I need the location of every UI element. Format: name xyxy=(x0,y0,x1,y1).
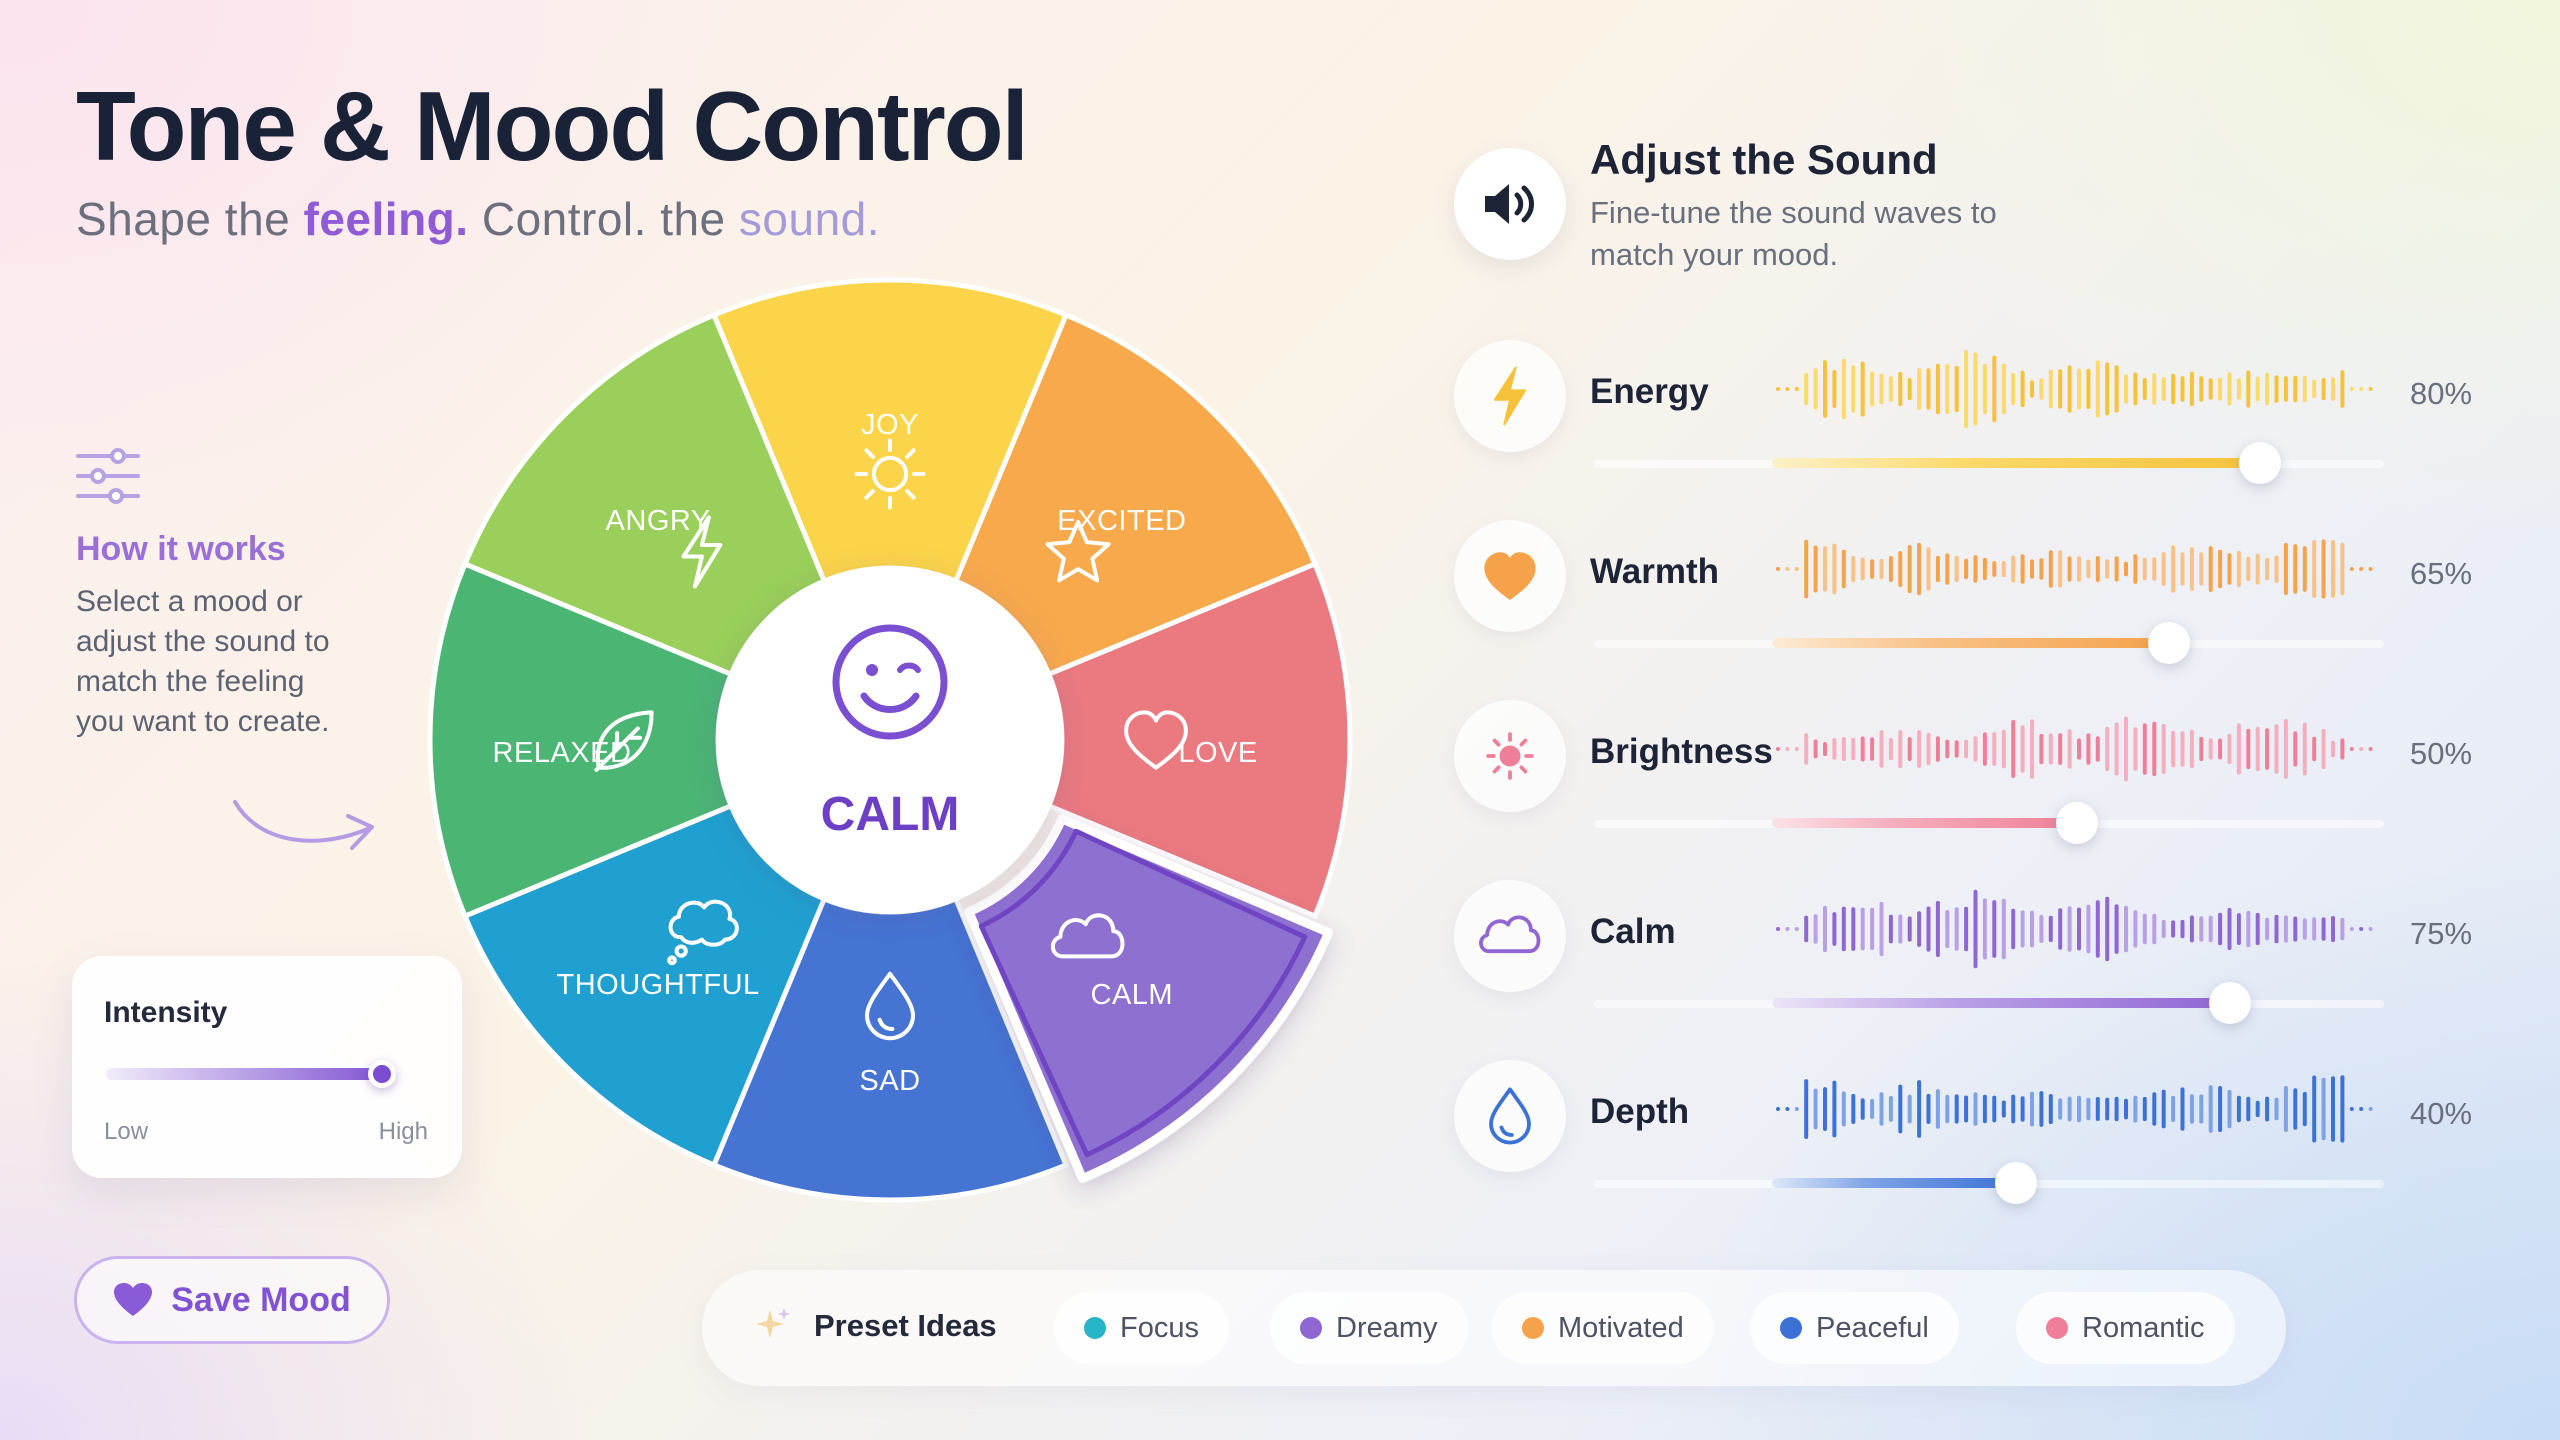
adjust-sound-description: Fine-tune the sound waves to match your … xyxy=(1590,195,1997,272)
mood-segment-label: JOY xyxy=(861,409,919,441)
preset-chip-label: Dreamy xyxy=(1336,1311,1438,1344)
intensity-low-label: Low xyxy=(104,1118,149,1145)
sun-icon xyxy=(1486,732,1534,780)
subtitle-text-2: Control. the xyxy=(468,193,739,245)
sound-param-percent: 75% xyxy=(2410,916,2473,951)
color-dot xyxy=(2046,1317,2068,1339)
bolt-icon xyxy=(1493,366,1527,426)
page-title: Tone & Mood Control xyxy=(76,71,1029,181)
sound-param-energy: Energy 80% xyxy=(1454,340,2484,490)
page-subtitle: Shape the feeling. Control. the sound. xyxy=(76,192,880,246)
sound-param-name: Warmth xyxy=(1590,552,1719,591)
preset-chip-focus[interactable]: Focus xyxy=(1054,1292,1229,1364)
sound-param-percent: 50% xyxy=(2410,736,2473,771)
mood-segment-label: ANGRY xyxy=(606,505,711,537)
mood-segment-label: EXCITED xyxy=(1057,505,1186,537)
preset-chip-label: Romantic xyxy=(2082,1311,2205,1344)
save-mood-label: Save Mood xyxy=(171,1280,351,1319)
sound-param-warmth: Warmth 65% xyxy=(1454,520,2484,670)
sound-param-name: Depth xyxy=(1590,1092,1690,1131)
color-dot xyxy=(1300,1317,1322,1339)
slider-thumb[interactable] xyxy=(1995,1162,2037,1204)
mood-segment-label: SAD xyxy=(859,1065,920,1097)
color-dot xyxy=(1084,1317,1106,1339)
calm-waveform xyxy=(1776,889,2373,969)
mood-segment-label: CALM xyxy=(1091,979,1174,1011)
preset-chip-peaceful[interactable]: Peaceful xyxy=(1750,1292,1959,1364)
sound-param-percent: 65% xyxy=(2410,556,2473,591)
warmth-waveform xyxy=(1776,539,2373,599)
warmth-icon-badge xyxy=(1454,520,1566,632)
slider-thumb[interactable] xyxy=(2147,622,2190,664)
subtitle-accent-feeling: feeling. xyxy=(303,193,469,245)
cloud-icon xyxy=(1479,915,1541,954)
brightness-waveform xyxy=(1776,716,2373,782)
wheel-center-label: CALM xyxy=(821,788,960,841)
subtitle-text-1: Shape the xyxy=(76,193,304,245)
intensity-slider-thumb[interactable] xyxy=(367,1060,396,1088)
slider-thumb[interactable] xyxy=(2239,442,2281,484)
intensity-card: Intensity Low High xyxy=(72,956,462,1178)
slider-thumb[interactable] xyxy=(2208,982,2251,1024)
sparkle-icon xyxy=(756,1308,790,1338)
how-it-works-title: How it works xyxy=(76,530,286,568)
mood-segment-label: THOUGHTFUL xyxy=(557,969,760,1001)
preset-ideas-bar: Preset Ideas Focus Dreamy Motivated Peacefu… xyxy=(702,1270,2286,1386)
curved-arrow-icon xyxy=(233,800,374,850)
adjust-sound-title: Adjust the Sound xyxy=(1590,136,1938,183)
slider-fill[interactable] xyxy=(1772,998,2230,1008)
how-it-works-text: Select a mood or adjust the sound to mat… xyxy=(76,585,330,738)
subtitle-accent-sound: sound. xyxy=(738,193,881,245)
preset-chip-dreamy[interactable]: Dreamy xyxy=(1270,1292,1468,1364)
slider-fill[interactable] xyxy=(1772,638,2169,648)
sound-param-depth: Depth 40% xyxy=(1454,1060,2484,1210)
energy-waveform xyxy=(1776,350,2373,429)
mood-wheel: JOY EXCITED LOVE SAD THOUGHTFUL RELAXED ANGRY C… xyxy=(427,277,1353,1203)
mood-segment-label: RELAXED xyxy=(493,737,632,769)
color-dot xyxy=(1522,1317,1544,1339)
preset-chip-motivated[interactable]: Motivated xyxy=(1492,1292,1714,1364)
sound-param-brightness: Brightness 50% xyxy=(1454,700,2484,850)
wheel-center xyxy=(716,566,1064,914)
speaker-button[interactable] xyxy=(1454,148,1566,260)
speaker-icon xyxy=(1485,184,1534,224)
color-dot xyxy=(1780,1317,1802,1339)
slider-fill[interactable] xyxy=(1772,458,2260,468)
preset-chip-label: Motivated xyxy=(1558,1311,1684,1344)
sound-param-name: Calm xyxy=(1590,912,1676,951)
heart-icon xyxy=(1484,552,1536,600)
intensity-slider-track[interactable] xyxy=(106,1068,396,1080)
drop-icon xyxy=(1489,1087,1531,1145)
energy-icon-badge xyxy=(1454,340,1566,452)
sound-param-percent: 80% xyxy=(2410,376,2473,411)
depth-waveform xyxy=(1776,1075,2373,1143)
sound-param-calm: Calm 75% xyxy=(1454,880,2484,1030)
preset-ideas-title: Preset Ideas xyxy=(814,1308,997,1343)
sound-param-name: Energy xyxy=(1590,372,1709,411)
preset-chip-label: Focus xyxy=(1120,1311,1199,1344)
slider-fill[interactable] xyxy=(1772,1178,2016,1188)
sound-param-percent: 40% xyxy=(2410,1096,2473,1131)
mood-segment-label: LOVE xyxy=(1178,737,1257,769)
brightness-icon-badge xyxy=(1454,700,1566,812)
slider-fill[interactable] xyxy=(1772,818,2077,828)
sound-param-name: Brightness xyxy=(1590,732,1773,771)
save-mood-button[interactable]: Save Mood xyxy=(74,1256,390,1344)
preset-chip-label: Peaceful xyxy=(1816,1311,1929,1344)
depth-icon-badge xyxy=(1454,1060,1566,1172)
heart-icon xyxy=(114,1283,153,1316)
slider-thumb[interactable] xyxy=(2056,802,2098,844)
sliders-icon xyxy=(76,448,140,504)
preset-chip-romantic[interactable]: Romantic xyxy=(2016,1292,2235,1364)
preset-ideas-heading: Preset Ideas xyxy=(752,1306,997,1346)
intensity-label: Intensity xyxy=(104,996,228,1029)
calm-icon-badge xyxy=(1454,880,1566,992)
